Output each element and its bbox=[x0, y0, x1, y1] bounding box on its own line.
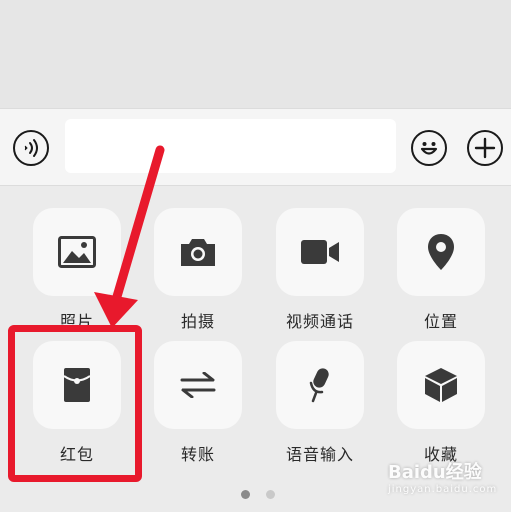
input-bar bbox=[0, 108, 511, 186]
message-input[interactable] bbox=[65, 119, 396, 173]
camera-icon bbox=[181, 239, 215, 266]
plus-button[interactable] bbox=[467, 130, 503, 166]
photo-tile[interactable]: 照片 bbox=[0, 186, 122, 331]
chat-area bbox=[0, 0, 511, 108]
video-call-tile[interactable]: 视频通话 bbox=[243, 186, 365, 331]
voice-icon bbox=[24, 139, 38, 157]
page-dot-active[interactable] bbox=[241, 490, 250, 499]
transfer-icon bbox=[180, 372, 216, 398]
watermark-text: Baidu经验 bbox=[388, 462, 482, 483]
favorites-button[interactable] bbox=[397, 341, 485, 429]
favorites-tile[interactable]: 收藏 bbox=[364, 319, 486, 464]
watermark-sub: jingyan.baidu.com bbox=[388, 484, 498, 495]
favorites-icon bbox=[425, 368, 457, 402]
voice-button[interactable] bbox=[13, 130, 49, 166]
location-button[interactable] bbox=[397, 208, 485, 296]
voice-input-button[interactable] bbox=[276, 341, 364, 429]
plus-icon bbox=[474, 137, 496, 159]
emoji-button[interactable] bbox=[411, 130, 447, 166]
voice-input-tile[interactable]: 语音输入 bbox=[243, 319, 365, 464]
video-call-icon bbox=[301, 240, 339, 264]
video-call-button[interactable] bbox=[276, 208, 364, 296]
annotation-highlight-box bbox=[8, 325, 142, 482]
location-tile[interactable]: 位置 bbox=[364, 186, 486, 331]
photo-icon bbox=[58, 236, 96, 268]
location-icon bbox=[428, 234, 454, 270]
page-dot-inactive[interactable] bbox=[266, 490, 275, 499]
emoji-icon bbox=[420, 142, 438, 155]
microphone-icon bbox=[309, 368, 329, 403]
photo-button[interactable] bbox=[33, 208, 121, 296]
transfer-button[interactable] bbox=[154, 341, 242, 429]
camera-tile[interactable]: 拍摄 bbox=[121, 186, 243, 331]
camera-button[interactable] bbox=[154, 208, 242, 296]
watermark: Baidu经验 jingyan.baidu.com bbox=[388, 458, 497, 495]
